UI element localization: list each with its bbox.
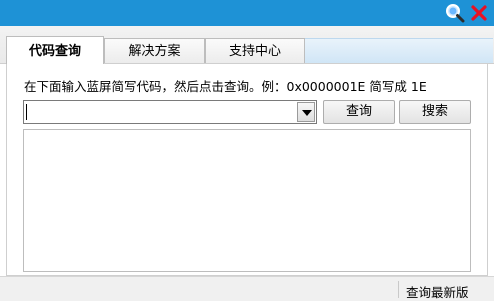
tab-support-center[interactable]: 支持中心	[205, 38, 305, 63]
query-hint: 在下面输入蓝屏简写代码，然后点击查询。例：0x0000001E 简写成 1E	[24, 79, 427, 94]
code-input[interactable]	[23, 100, 317, 124]
tab-strip-fill	[305, 38, 493, 64]
tab-label: 代码查询	[28, 44, 81, 59]
check-latest-version-link[interactable]: 查询最新版	[406, 282, 469, 301]
status-bar: 查询最新版	[0, 276, 494, 301]
tab-label: 支持中心	[228, 44, 281, 59]
tab-label: 解决方案	[128, 44, 181, 59]
chevron-down-icon[interactable]	[297, 102, 315, 122]
search-button[interactable]: 搜索	[399, 100, 471, 124]
title-bar	[0, 0, 494, 26]
query-button[interactable]: 查询	[323, 100, 395, 124]
search-icon[interactable]	[444, 2, 466, 24]
close-icon[interactable]	[468, 2, 490, 24]
status-divider	[398, 281, 399, 298]
tab-code-query[interactable]: 代码查询	[6, 36, 104, 64]
tab-solutions[interactable]: 解决方案	[104, 38, 205, 63]
text-caret	[26, 104, 27, 120]
result-area[interactable]	[23, 129, 471, 272]
